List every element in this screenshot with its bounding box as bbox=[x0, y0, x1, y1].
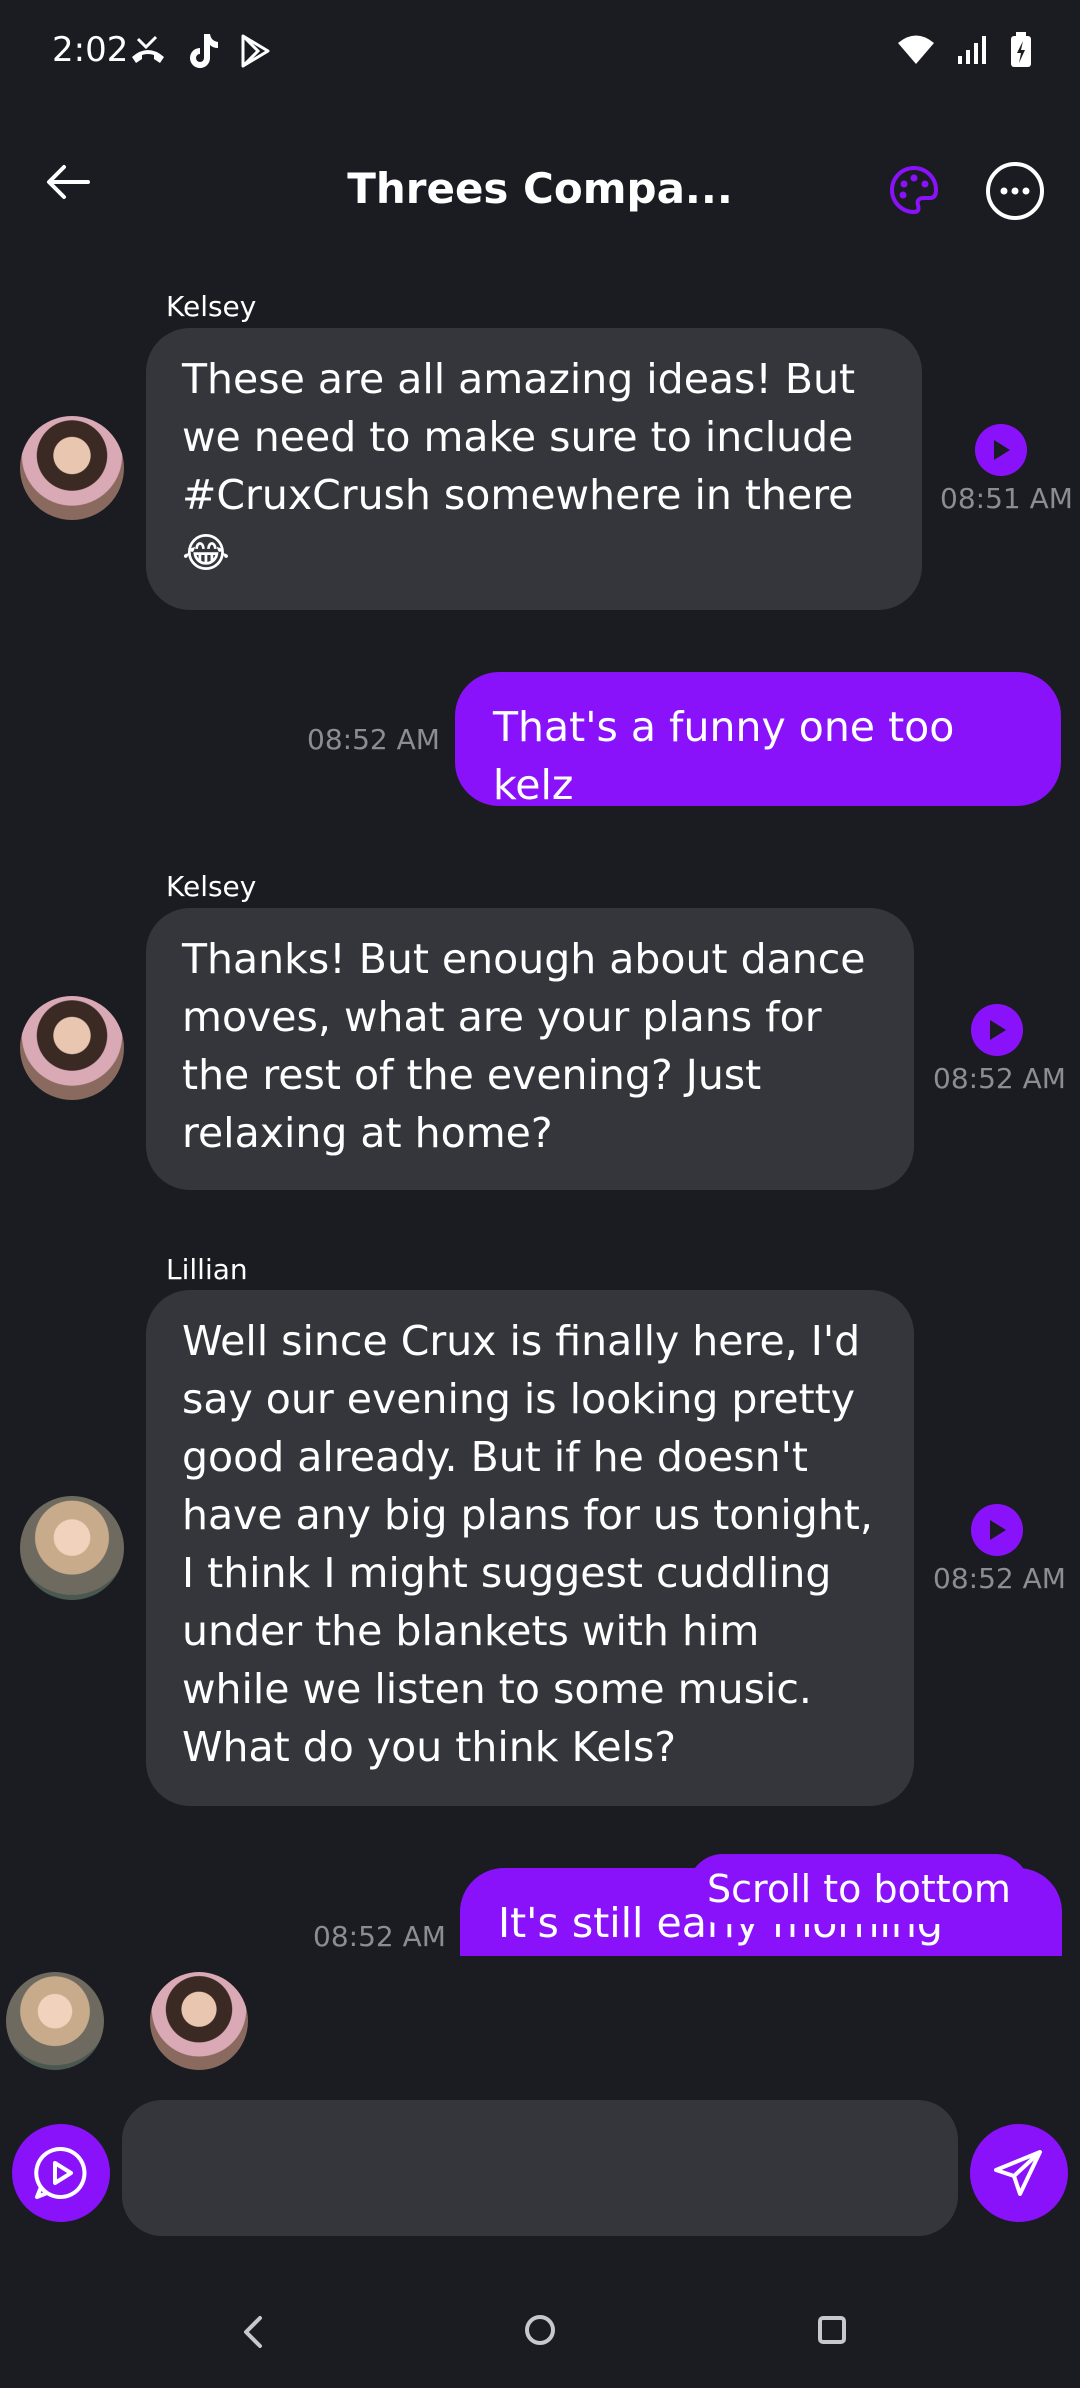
message-bubble-incoming[interactable]: These are all amazing ideas! But we need… bbox=[146, 328, 922, 610]
signal-icon bbox=[958, 36, 986, 64]
message-bubble-incoming[interactable]: Well since Crux is finally here, I'd say… bbox=[146, 1290, 914, 1806]
message-bubble-outgoing[interactable]: That's a funny one too kelz bbox=[455, 672, 1061, 809]
play-store-icon bbox=[241, 34, 270, 68]
message-time: 08:52 AM bbox=[933, 1562, 1066, 1595]
nav-back-button[interactable] bbox=[224, 2310, 284, 2354]
avatar[interactable] bbox=[20, 996, 124, 1100]
voice-message-button[interactable] bbox=[12, 2124, 110, 2222]
message-time: 08:52 AM bbox=[307, 723, 440, 756]
send-icon bbox=[994, 2150, 1042, 2196]
send-button[interactable] bbox=[970, 2124, 1068, 2222]
voice-play-icon bbox=[34, 2146, 87, 2199]
message-sender: Lillian bbox=[166, 1253, 248, 1286]
battery-charging-icon bbox=[1011, 32, 1031, 67]
status-left-icons bbox=[128, 32, 272, 70]
participant-avatar[interactable] bbox=[6, 1972, 104, 2070]
nav-recents-button[interactable] bbox=[814, 2312, 850, 2348]
message-time: 08:51 AM bbox=[940, 482, 1073, 515]
more-options-button[interactable] bbox=[984, 160, 1046, 222]
play-audio-button[interactable] bbox=[975, 424, 1027, 476]
scroll-to-bottom-button[interactable]: Scroll to bottom bbox=[688, 1854, 1030, 1924]
message-sender: Kelsey bbox=[166, 290, 257, 323]
wifi-icon bbox=[898, 35, 934, 64]
play-audio-button[interactable] bbox=[971, 1504, 1023, 1556]
status-time: 2:02 bbox=[52, 30, 129, 70]
play-icon bbox=[990, 1520, 1006, 1540]
message-bubble-incoming[interactable]: Thanks! But enough about dance moves, wh… bbox=[146, 908, 914, 1190]
nav-back-icon bbox=[244, 2316, 262, 2348]
more-options-icon bbox=[986, 162, 1044, 220]
nav-home-button[interactable] bbox=[520, 2310, 560, 2350]
play-icon bbox=[994, 440, 1010, 460]
theme-button[interactable] bbox=[884, 160, 944, 220]
avatar[interactable] bbox=[20, 416, 124, 520]
message-input[interactable] bbox=[122, 2100, 958, 2236]
nav-home-icon bbox=[525, 2315, 555, 2345]
status-right-icons bbox=[896, 32, 1032, 68]
palette-icon bbox=[890, 165, 939, 215]
play-icon bbox=[990, 1020, 1006, 1040]
message-sender: Kelsey bbox=[166, 870, 257, 903]
nav-recents-icon bbox=[818, 2316, 846, 2344]
missed-call-icon bbox=[132, 35, 164, 63]
message-time: 08:52 AM bbox=[933, 1062, 1066, 1095]
tiktok-icon bbox=[190, 34, 218, 68]
message-time: 08:52 AM bbox=[313, 1920, 446, 1953]
participant-avatar[interactable] bbox=[150, 1972, 248, 2070]
avatar[interactable] bbox=[20, 1496, 124, 1600]
play-audio-button[interactable] bbox=[971, 1004, 1023, 1056]
